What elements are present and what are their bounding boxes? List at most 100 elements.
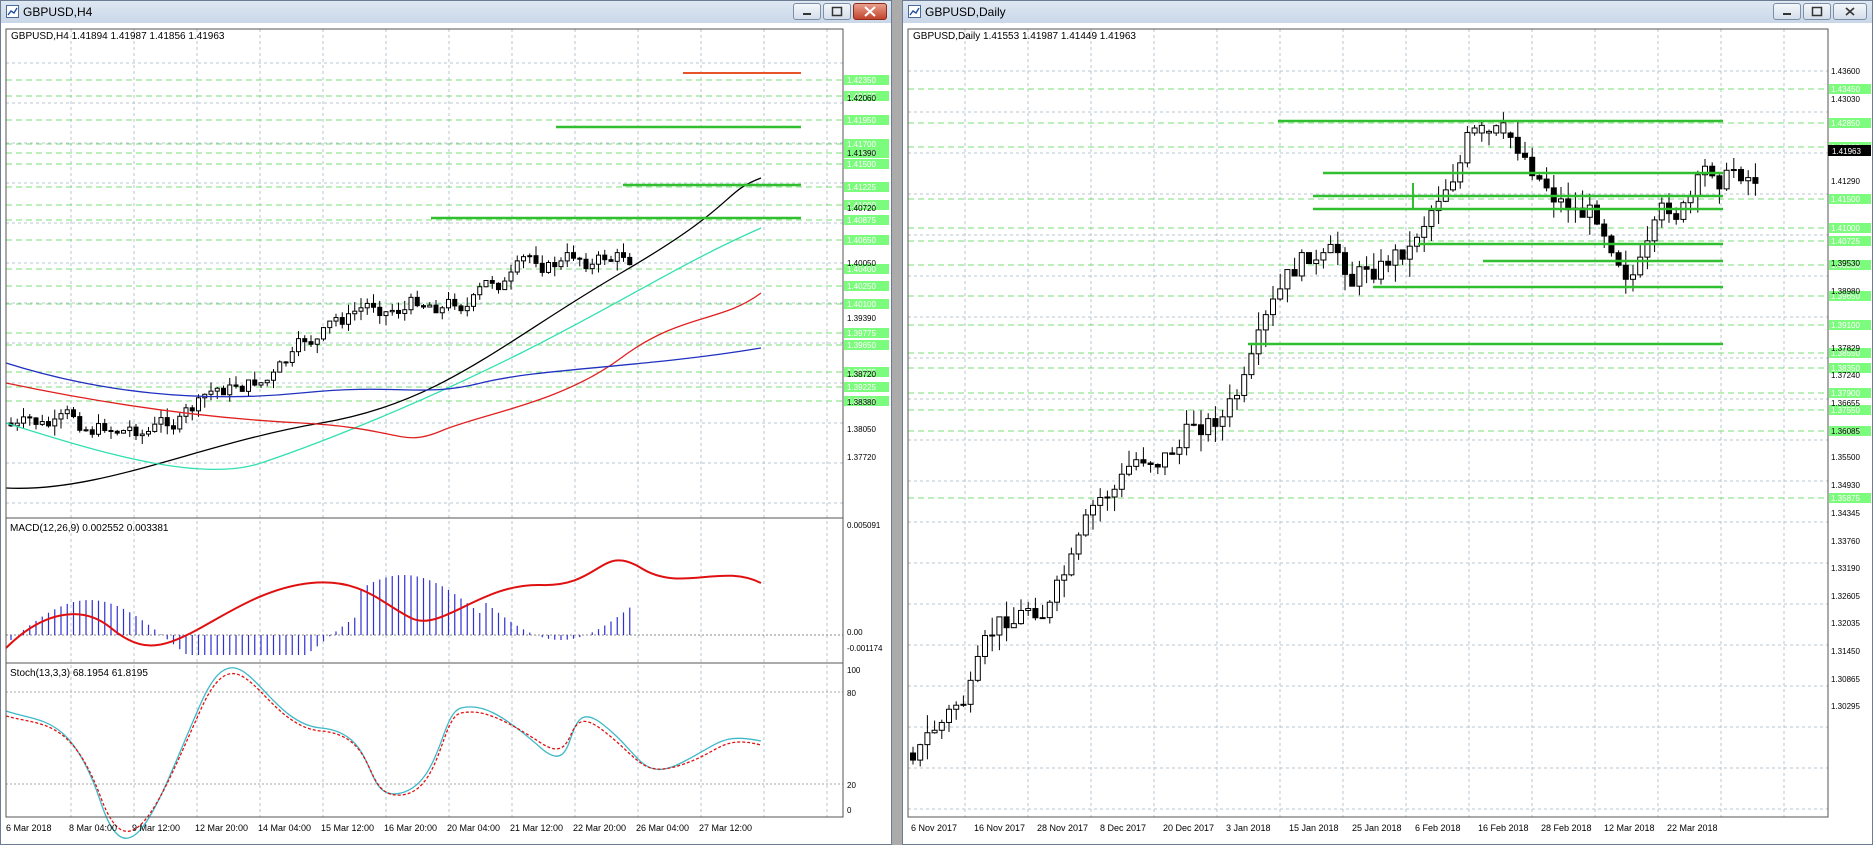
time-axis-label: 21 Mar 12:00 xyxy=(510,823,563,833)
candle-body xyxy=(208,390,214,395)
price-axis-label: 1.40050 xyxy=(847,259,876,268)
candle-body xyxy=(1190,423,1197,426)
stoch-axis-label: 100 xyxy=(847,666,861,675)
candle-body xyxy=(571,252,576,259)
candle-body xyxy=(1003,616,1010,629)
candle-body xyxy=(931,729,938,734)
candle-body xyxy=(264,379,270,384)
price-axis-label: 1.41290 xyxy=(1831,177,1860,186)
level-tag-label: 1.41700 xyxy=(847,140,876,149)
macd-axis-label: 0.005091 xyxy=(847,521,881,530)
candle-body xyxy=(27,416,33,419)
candle-body xyxy=(614,252,620,262)
minimize-button[interactable] xyxy=(793,3,821,20)
candle-body xyxy=(539,262,545,273)
close-button[interactable] xyxy=(853,3,887,20)
candle-body xyxy=(1320,252,1327,261)
daily-chart-window[interactable]: GBPUSD,Daily GBPUSD,Daily 1.41553 1.4198… xyxy=(902,0,1873,845)
candle-body xyxy=(289,351,295,363)
candle-body xyxy=(1514,136,1521,154)
time-axis-label: 6 Nov 2017 xyxy=(911,823,957,833)
h4-chart-window[interactable]: GBPUSD,H4 0.005091 0.00 -0.001174 100 80 20 0… xyxy=(0,0,892,845)
minimize-button[interactable] xyxy=(1773,3,1801,20)
candle-body xyxy=(1277,288,1284,300)
stoch-axis-label: 80 xyxy=(847,689,856,698)
price-axis-label: 1.33760 xyxy=(1831,537,1860,546)
time-axis-label: 12 Mar 20:00 xyxy=(195,823,248,833)
candle-body xyxy=(1313,259,1320,265)
candle-body xyxy=(414,296,420,307)
candle-body xyxy=(1558,198,1564,203)
candle-body xyxy=(1450,181,1456,191)
candle-body xyxy=(1658,202,1665,221)
candle-body xyxy=(1162,452,1168,468)
candle-body xyxy=(1471,127,1478,134)
daily-chart-area[interactable]: GBPUSD,Daily 1.41553 1.41987 1.41449 1.4… xyxy=(903,23,1872,845)
candle-body xyxy=(1205,418,1212,436)
candle-body xyxy=(1723,169,1730,190)
candle-body xyxy=(1680,202,1687,220)
time-axis-label: 9 Mar 12:00 xyxy=(132,823,180,833)
candle-body xyxy=(239,385,245,392)
level-tag-label: 1.37900 xyxy=(1831,389,1860,398)
candle-body xyxy=(1241,374,1248,396)
candle-body xyxy=(1493,125,1500,134)
candle-body xyxy=(477,286,483,296)
candle-body xyxy=(577,257,583,260)
chart-window-icon xyxy=(6,5,19,18)
candle-body xyxy=(910,752,916,761)
daily-window-titlebar[interactable]: GBPUSD,Daily xyxy=(903,1,1872,24)
maximize-button[interactable] xyxy=(823,3,851,20)
price-axis-label: 1.32605 xyxy=(1831,592,1860,601)
candle-body xyxy=(89,429,95,435)
level-tag-label: 1.42350 xyxy=(847,76,876,85)
candle-body xyxy=(974,655,981,681)
candle-body xyxy=(596,254,601,265)
candle-body xyxy=(308,341,314,345)
candle-body xyxy=(352,310,358,315)
candle-body xyxy=(496,282,501,291)
price-axis-label: 1.36085 xyxy=(1831,427,1860,436)
candle-body xyxy=(1486,130,1492,134)
candle-body xyxy=(546,262,551,273)
candle-body xyxy=(364,302,370,309)
level-tag-label: 1.40100 xyxy=(847,300,876,309)
time-axis-label: 6 Feb 2018 xyxy=(1415,823,1461,833)
level-tag-label: 1.41225 xyxy=(847,183,876,192)
level-tag-label: 1.41500 xyxy=(1831,195,1860,204)
candle-body xyxy=(421,305,426,308)
h4-chart-area[interactable]: 0.005091 0.00 -0.001174 100 80 20 0 GBPUSD,H4… xyxy=(1,23,891,845)
candle-body xyxy=(96,423,101,435)
candle-body xyxy=(1133,459,1140,467)
minimize-icon xyxy=(1783,13,1791,15)
candle-body xyxy=(83,429,89,432)
candle-body xyxy=(1327,243,1334,254)
price-axis-label: 1.39530 xyxy=(1831,259,1860,268)
candle-body xyxy=(527,255,533,258)
time-axis-label: 28 Feb 2018 xyxy=(1541,823,1592,833)
candle-body xyxy=(321,327,326,340)
level-tag-label: 1.39775 xyxy=(847,329,876,338)
candle-body xyxy=(483,280,489,288)
candle-body xyxy=(1738,169,1744,182)
candle-body xyxy=(946,708,952,723)
h4-window-titlebar[interactable]: GBPUSD,H4 xyxy=(1,1,891,24)
current-price-label: 1.41963 xyxy=(1832,147,1861,156)
candle-body xyxy=(583,258,589,270)
close-button[interactable] xyxy=(1833,3,1867,20)
time-axis-label: 27 Mar 12:00 xyxy=(699,823,752,833)
price-axis-label: 1.34345 xyxy=(1831,509,1860,518)
candle-body xyxy=(1615,252,1622,266)
candle-body xyxy=(1046,601,1053,619)
candle-body xyxy=(283,361,289,364)
time-axis-label: 6 Mar 2018 xyxy=(6,823,52,833)
level-tag-label: 1.41000 xyxy=(1831,224,1860,233)
candle-body xyxy=(1219,416,1226,427)
maximize-button[interactable] xyxy=(1803,3,1831,20)
price-axis-label: 1.30295 xyxy=(1831,702,1860,711)
price-axis-label: 1.38980 xyxy=(1831,287,1860,296)
candle-body xyxy=(1068,553,1075,576)
candle-body xyxy=(1104,496,1111,499)
candle-body xyxy=(1500,122,1507,134)
time-axis-label: 12 Mar 2018 xyxy=(1604,823,1655,833)
